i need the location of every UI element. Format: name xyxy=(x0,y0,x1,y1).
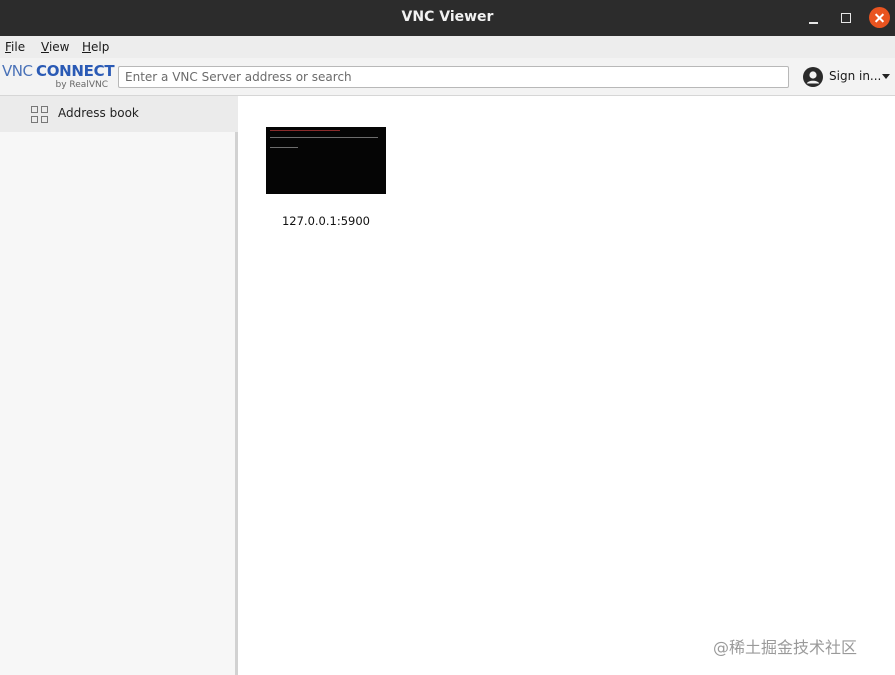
connection-label: 127.0.0.1:5900 xyxy=(281,214,370,228)
title-bar: VNC Viewer xyxy=(0,0,895,36)
menu-bar: File View Help xyxy=(0,36,895,58)
watermark: @稀土掘金技术社区 xyxy=(713,638,858,657)
vnc-connect-logo: VNC CONNECT by RealVNC xyxy=(2,61,115,93)
chevron-down-icon xyxy=(882,74,890,79)
menu-file-label: ile xyxy=(11,40,26,54)
connection-tile[interactable]: 127.0.0.1:5900 xyxy=(266,127,386,232)
menu-file[interactable]: File xyxy=(5,40,25,54)
sidebar-item-label: Address book xyxy=(58,106,139,120)
close-button[interactable] xyxy=(869,7,890,28)
menu-help-label: elp xyxy=(91,40,110,54)
sidebar-item-address-book[interactable]: Address book xyxy=(0,96,238,132)
address-book-panel: 127.0.0.1:5900 xyxy=(241,96,895,675)
logo-connect: CONNECT xyxy=(36,62,115,80)
grid-icon xyxy=(31,106,49,124)
logo-vnc: VNC xyxy=(2,62,33,80)
window-title: VNC Viewer xyxy=(401,9,494,25)
sidebar: Address book xyxy=(0,96,238,675)
menu-help[interactable]: Help xyxy=(82,40,109,54)
menu-view-accel: V xyxy=(41,40,49,54)
user-icon xyxy=(803,67,823,87)
sign-in-button[interactable]: Sign in... xyxy=(803,66,893,88)
server-search-input[interactable] xyxy=(118,66,789,88)
menu-help-accel: H xyxy=(82,40,92,54)
connection-thumbnail xyxy=(266,127,386,194)
minimize-button[interactable] xyxy=(804,8,824,28)
toolbar: VNC CONNECT by RealVNC Sign in... xyxy=(0,58,895,96)
maximize-button[interactable] xyxy=(836,8,856,28)
logo-byline: by RealVNC xyxy=(55,80,108,90)
menu-view[interactable]: View xyxy=(41,40,69,54)
menu-view-label: iew xyxy=(48,40,70,54)
sign-in-label: Sign in... xyxy=(829,69,882,83)
